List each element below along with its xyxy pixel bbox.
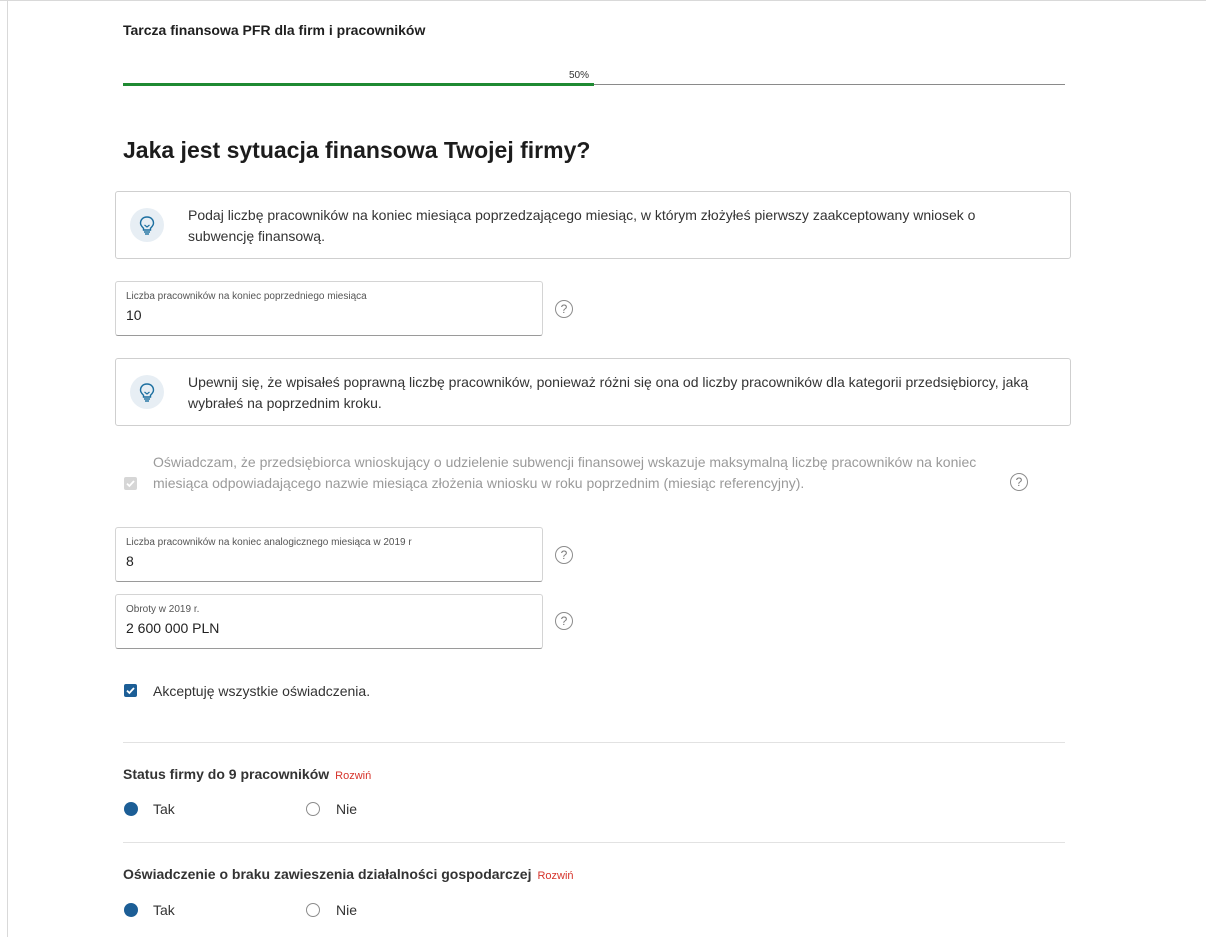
employees-prev-month-field[interactable]: Liczba pracowników na koniec poprzednieg…	[115, 281, 543, 336]
progress-bar-fill	[123, 83, 594, 86]
section-title-no-suspension: Oświadczenie o braku zawieszenia działal…	[123, 866, 574, 882]
field-label: Obroty w 2019 r.	[126, 604, 200, 615]
help-icon[interactable]: ?	[555, 546, 573, 564]
radio-label: Nie	[336, 801, 358, 817]
section-title-text: Status firmy do 9 pracowników	[123, 766, 330, 782]
section-title-text: Oświadczenie o braku zawieszenia działal…	[123, 866, 532, 882]
lightbulb-icon	[130, 375, 164, 409]
info-text: Podaj liczbę pracowników na koniec miesi…	[188, 207, 976, 244]
progress-label: 50%	[569, 70, 590, 81]
app-title: Tarcza finansowa PFR dla firm i pracowni…	[123, 22, 426, 38]
help-icon[interactable]: ?	[555, 612, 573, 630]
divider	[123, 842, 1065, 843]
info-box-employee-mismatch: Upewnij się, że wpisałeś poprawną liczbę…	[115, 358, 1071, 426]
turnover-2019-field[interactable]: Obroty w 2019 r.	[115, 594, 543, 649]
employees-prev-month-input[interactable]	[126, 307, 526, 323]
window-left-border	[7, 0, 8, 937]
declaration-checkbox[interactable]	[124, 477, 137, 490]
employees-2019-field[interactable]: Liczba pracowników na koniec analogiczne…	[115, 527, 543, 582]
progress-bar	[123, 83, 1065, 86]
radio-status-tak[interactable]	[124, 802, 138, 816]
field-label: Liczba pracowników na koniec poprzednieg…	[126, 291, 367, 302]
declaration-text: Oświadczam, że przedsiębiorca wnioskując…	[153, 454, 977, 491]
page-title: Jaka jest sytuacja finansowa Twojej firm…	[123, 137, 591, 163]
radio-suspension-tak[interactable]	[124, 903, 138, 917]
info-text: Upewnij się, że wpisałeś poprawną liczbę…	[188, 374, 1029, 411]
field-label: Liczba pracowników na koniec analogiczne…	[126, 537, 412, 548]
accept-all-checkbox[interactable]	[124, 684, 137, 697]
checkmark-icon	[126, 480, 135, 488]
section-title-status: Status firmy do 9 pracowników Rozwiń	[123, 766, 371, 782]
accept-all-label: Akceptuję wszystkie oświadczenia.	[153, 683, 371, 699]
radio-suspension-nie[interactable]	[306, 903, 320, 917]
employees-2019-input[interactable]	[126, 553, 526, 569]
help-icon[interactable]: ?	[555, 300, 573, 318]
window-top-border	[0, 0, 1206, 1]
radio-label: Tak	[153, 902, 175, 918]
expand-link[interactable]: Rozwiń	[537, 870, 573, 882]
turnover-2019-input[interactable]	[126, 620, 526, 636]
help-icon[interactable]: ?	[1010, 473, 1028, 491]
radio-label: Tak	[153, 801, 175, 817]
divider	[123, 742, 1065, 743]
radio-label: Nie	[336, 902, 358, 918]
expand-link[interactable]: Rozwiń	[335, 770, 371, 782]
radio-status-nie[interactable]	[306, 802, 320, 816]
checkmark-icon	[126, 687, 135, 695]
lightbulb-icon	[130, 208, 164, 242]
info-box-employees-hint: Podaj liczbę pracowników na koniec miesi…	[115, 191, 1071, 259]
